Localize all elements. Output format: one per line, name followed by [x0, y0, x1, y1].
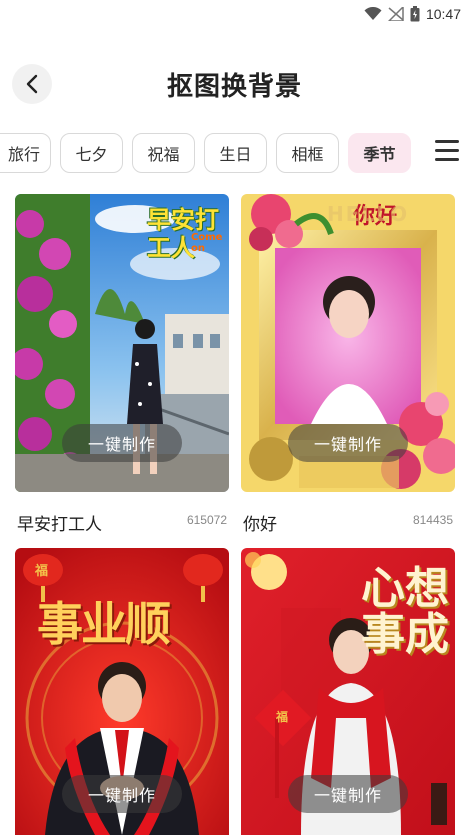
category-tabs: 旅行 七夕 祝福 生日 相框 季节	[0, 133, 430, 175]
overlay-subtitle: HELLO	[327, 202, 410, 226]
template-card[interactable]: 你好 HELLO 一键制作 你好 814435	[241, 194, 455, 535]
tab-travel[interactable]: 旅行	[0, 133, 51, 173]
tab-qixi[interactable]: 七夕	[60, 133, 123, 173]
one-click-make-button[interactable]: 一键制作	[288, 424, 408, 462]
template-card[interactable]: 早安打工人 Come on 一键制作 早安打工人 615072	[15, 194, 229, 535]
overlay-title: 事业顺	[37, 597, 171, 651]
card-usage-count: 615072	[186, 513, 227, 527]
overlay-subtitle: 福	[35, 564, 49, 579]
one-click-make-button[interactable]: 一键制作	[62, 424, 182, 462]
template-card[interactable]: 心想事成 福 一键制作	[241, 548, 455, 835]
tab-label: 旅行	[7, 145, 40, 164]
template-thumbnail[interactable]: 事业顺 福 一键制作	[15, 548, 229, 835]
tab-label: 祝福	[147, 145, 180, 164]
one-click-make-button[interactable]: 一键制作	[62, 775, 182, 813]
tab-blessing[interactable]: 祝福	[132, 133, 195, 173]
tab-label: 季节	[363, 145, 396, 164]
tab-frame[interactable]: 相框	[276, 133, 339, 173]
no-signal-icon	[387, 7, 404, 21]
card-title: 早安打工人	[17, 515, 102, 535]
wifi-icon	[364, 7, 382, 20]
status-time: 10:47	[425, 6, 461, 22]
one-click-make-button[interactable]: 一键制作	[288, 775, 408, 813]
page-title: 抠图换背景	[166, 72, 302, 102]
template-card[interactable]: 事业顺 福 一键制作	[15, 548, 229, 835]
card-title: 你好	[243, 515, 277, 535]
overlay-subtitle: 福	[276, 710, 289, 724]
template-thumbnail[interactable]: 早安打工人 Come on 一键制作	[15, 194, 229, 492]
tab-birthday[interactable]: 生日	[204, 133, 267, 173]
status-icons: 10:47	[364, 4, 461, 24]
overlay-subtitle: Come on	[191, 232, 223, 254]
card-usage-count: 814435	[412, 513, 453, 527]
tab-season[interactable]: 季节	[348, 133, 411, 173]
category-menu-icon[interactable]	[435, 140, 459, 166]
tab-label: 相框	[291, 145, 324, 164]
overlay-title: 心想事成	[361, 563, 449, 660]
tab-label: 生日	[219, 145, 252, 164]
template-thumbnail[interactable]: 心想事成 福 一键制作	[241, 548, 455, 835]
tab-label: 七夕	[75, 145, 108, 164]
template-thumbnail[interactable]: 你好 HELLO 一键制作	[241, 194, 455, 492]
battery-icon	[410, 6, 420, 22]
header: 抠图换背景	[0, 58, 469, 114]
status-bar: 10:47	[0, 0, 469, 28]
